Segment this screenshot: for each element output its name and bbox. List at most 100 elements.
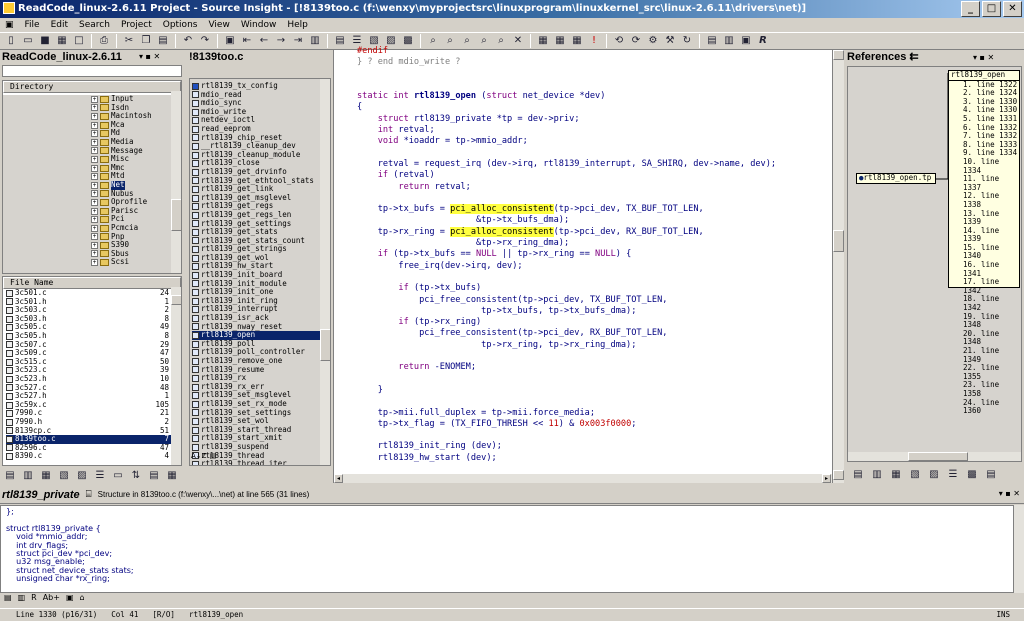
new-file-icon[interactable]: ▯ [4, 34, 18, 48]
dir-item[interactable]: + Input [3, 95, 171, 104]
expand-icon[interactable]: + [91, 112, 98, 120]
folder-tree-icon[interactable]: ▥ [21, 469, 35, 483]
ctx-icon-6[interactable]: ⌂ [80, 593, 85, 602]
maximize-button[interactable]: □ [982, 1, 1001, 17]
ref-line[interactable]: 18. line 1342 [963, 295, 1019, 312]
dir-item[interactable]: + Mca [3, 120, 171, 130]
symbol-item[interactable]: rtl8139_thread_iter [192, 460, 320, 465]
close-button[interactable]: ✕ [1003, 1, 1022, 17]
ref-line[interactable]: 16. line 1341 [963, 260, 1019, 278]
save-icon[interactable]: ■ [38, 34, 52, 48]
scroll-left-button[interactable]: ◂ [334, 474, 343, 483]
file-row[interactable]: 8390.c 4 [6, 452, 171, 461]
dir-item[interactable]: + Parisc [3, 206, 171, 216]
context-vscrollbar[interactable] [1014, 505, 1024, 593]
forward-arrow-icon[interactable]: → [274, 34, 288, 48]
file-scrollbar[interactable] [171, 287, 181, 465]
dir-scroll-thumb[interactable] [171, 199, 181, 231]
scroll-up-button[interactable] [833, 50, 844, 60]
details-icon[interactable]: ▤ [147, 469, 161, 483]
code-vscrollbar[interactable] [832, 50, 844, 483]
ref-panel-menu-icon[interactable]: ▾ ▪ ✕ [973, 53, 994, 62]
close-file-icon[interactable]: □ [72, 34, 86, 48]
expand-icon[interactable]: + [91, 198, 98, 206]
ref-icon-4[interactable]: ▧ [908, 468, 922, 482]
ctx-icon-3[interactable]: R [31, 593, 37, 602]
cut-icon[interactable]: ✂ [122, 34, 136, 48]
back-arrow-icon[interactable]: ← [257, 34, 271, 48]
ref-line[interactable]: 13. line 1339 [963, 209, 1019, 227]
expand-icon[interactable]: + [91, 130, 98, 138]
list-view-icon[interactable]: ☰ [93, 469, 107, 483]
print-icon[interactable]: ⎙ [97, 34, 111, 48]
symbol-icon[interactable]: ▨ [75, 469, 89, 483]
file-scroll-thumb[interactable] [171, 295, 181, 305]
ctx-icon-5[interactable]: ▣ [66, 593, 74, 602]
menu-options[interactable]: Options [162, 18, 199, 32]
dir-item[interactable]: + Message [3, 146, 171, 156]
graph-node[interactable]: ●rtl8139_open.tp [856, 173, 936, 184]
open-folder-icon[interactable]: ▭ [21, 34, 35, 48]
expand-icon[interactable]: + [91, 250, 98, 258]
ref-line[interactable]: 11. line 1337 [963, 174, 1019, 192]
project-search-input[interactable] [2, 65, 182, 77]
ref-line[interactable]: 23. line 1358 [963, 381, 1019, 398]
ref-line[interactable]: 12. line 1338 [963, 191, 1019, 209]
ref-icon-3[interactable]: ▦ [889, 468, 903, 482]
undo-icon[interactable]: ↶ [181, 34, 195, 48]
ref-line[interactable]: 15. line 1340 [963, 243, 1019, 261]
ref-icon-8[interactable]: ▤ [984, 468, 998, 482]
grid-view-icon[interactable]: ▦ [165, 469, 179, 483]
scroll-down-button[interactable] [833, 470, 844, 480]
expand-icon[interactable]: + [91, 164, 98, 172]
dir-item[interactable]: + Scsi [3, 258, 171, 267]
dir-item[interactable]: + Md [3, 129, 171, 138]
menu-window[interactable]: Window [240, 18, 278, 32]
symbol-scrollbar[interactable] [320, 79, 330, 465]
expand-icon[interactable]: + [91, 233, 98, 241]
dir-item[interactable]: + Pnp [3, 232, 171, 242]
ctx-icon-4[interactable]: Ab+ [43, 593, 60, 602]
ref-icon-7[interactable]: ▩ [965, 468, 979, 482]
symbol-filter-icon[interactable]: ▤ [209, 452, 216, 460]
symbol-scroll-thumb[interactable] [320, 329, 330, 361]
dir-item[interactable]: + Sbus [3, 249, 171, 259]
category-icon[interactable]: ▦ [39, 469, 53, 483]
menu-view[interactable]: View [207, 18, 230, 32]
ref-icon-5[interactable]: ▨ [927, 468, 941, 482]
ref-line[interactable]: 20. line 1348 [963, 329, 1019, 347]
expand-icon[interactable]: + [91, 104, 98, 112]
book-icon[interactable]: ▧ [57, 469, 71, 483]
dir-item[interactable]: + Net [3, 180, 171, 190]
expand-icon[interactable]: + [91, 147, 98, 155]
context-jump-icon[interactable]: ⌸ [86, 489, 92, 500]
open-folder-small-icon[interactable]: ▭ [111, 469, 125, 483]
save-all-icon[interactable]: ▦ [55, 34, 69, 48]
paste-icon[interactable]: ▤ [156, 34, 170, 48]
expand-icon[interactable]: + [91, 155, 98, 163]
ctx-icon-1[interactable]: ▤ [4, 593, 12, 602]
ref-line[interactable]: 24. line 1360 [963, 398, 1019, 416]
ref-icon-2[interactable]: ▥ [870, 468, 884, 482]
expand-icon[interactable]: + [91, 216, 98, 224]
ref-line[interactable]: 22. line 1355 [963, 363, 1019, 381]
menu-search[interactable]: Search [78, 18, 111, 32]
dir-item[interactable]: + Media [3, 137, 171, 147]
ref-hscroll-thumb[interactable] [908, 452, 968, 461]
copy-icon[interactable]: ❐ [139, 34, 153, 48]
minimize-button[interactable]: _ [961, 1, 980, 17]
expand-icon[interactable]: + [91, 95, 98, 103]
ref-icon-6[interactable]: ☰ [946, 468, 960, 482]
dir-item[interactable]: + Mtd [3, 172, 171, 181]
menu-icon[interactable]: ▣ [4, 18, 15, 32]
symbol-window-icon[interactable]: ▤ [333, 34, 347, 48]
expand-icon[interactable]: + [91, 207, 98, 215]
dir-scrollbar[interactable] [171, 91, 181, 273]
expand-icon[interactable]: + [91, 173, 98, 181]
redo-icon[interactable]: ↷ [198, 34, 212, 48]
ref-hscrollbar[interactable] [848, 452, 1021, 461]
expand-icon[interactable]: + [91, 138, 98, 146]
expand-icon[interactable]: + [91, 241, 98, 249]
expand-icon[interactable]: + [91, 224, 98, 232]
ref-icon-1[interactable]: ▤ [851, 468, 865, 482]
